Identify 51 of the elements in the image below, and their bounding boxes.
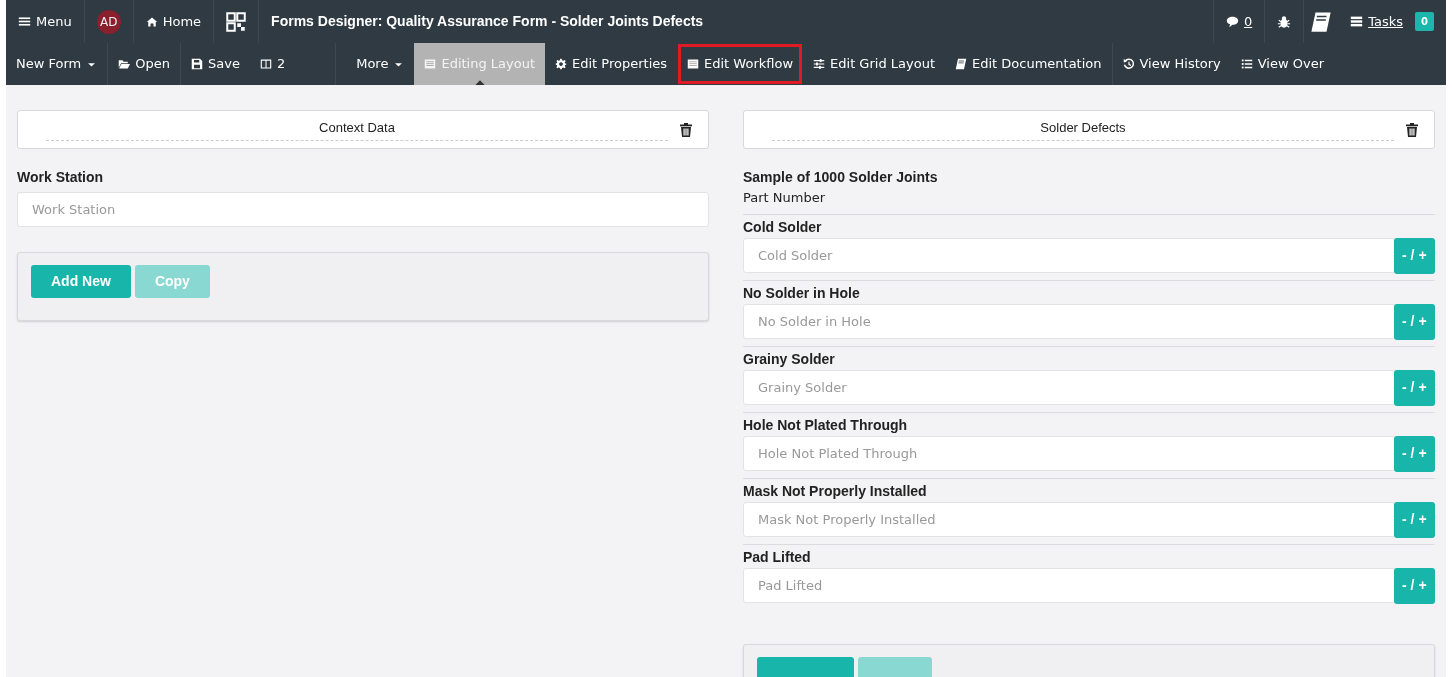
toolbar-button[interactable]: 2 bbox=[249, 43, 337, 85]
dropdown-button[interactable]: New Form bbox=[6, 43, 109, 85]
toolbar-button[interactable]: Edit Workflow bbox=[677, 43, 804, 85]
gear-icon bbox=[555, 58, 568, 70]
window-title: Forms Designer: Quality Assurance Form - Solder Joints Defects bbox=[271, 12, 704, 31]
field-label: Grainy Solder bbox=[743, 349, 836, 369]
field-label: Hole Not Plated Through bbox=[743, 415, 909, 435]
speech-bubble-icon bbox=[1225, 15, 1239, 28]
panel-icon bbox=[687, 58, 700, 70]
toolbar-button[interactable]: Edit Properties bbox=[545, 43, 678, 85]
toolbar-button[interactable]: View Over bbox=[1230, 43, 1334, 85]
counter-field[interactable]: Pad Lifted bbox=[743, 568, 1396, 603]
folder-icon bbox=[118, 58, 131, 70]
text-field[interactable]: Work Station bbox=[17, 192, 709, 227]
toolbar-button[interactable]: Open bbox=[108, 43, 181, 85]
book-icon[interactable] bbox=[1310, 10, 1333, 33]
history-icon bbox=[1122, 58, 1135, 70]
panel-icon bbox=[424, 58, 437, 70]
section-title: Context Data bbox=[46, 118, 668, 141]
field-heading: Sample of 1000 Solder Joints bbox=[743, 168, 939, 187]
bug-icon[interactable] bbox=[1277, 14, 1292, 29]
field-label: Cold Solder bbox=[743, 217, 823, 237]
counter-field[interactable]: Mask Not Properly Installed bbox=[743, 502, 1396, 537]
book-icon bbox=[955, 58, 967, 70]
counter-field[interactable]: Hole Not Plated Through bbox=[743, 436, 1396, 471]
sliders-icon bbox=[813, 58, 826, 70]
section-title: Solder Defects bbox=[772, 118, 1394, 141]
field-label: No Solder in Hole bbox=[743, 283, 861, 303]
toolbar-button[interactable]: Save bbox=[181, 43, 250, 85]
field-label: Pad Lifted bbox=[743, 547, 812, 567]
tasks-link[interactable]: Tasks bbox=[1338, 0, 1416, 43]
counter-field[interactable]: No Solder in Hole bbox=[743, 304, 1396, 339]
qr-code-icon[interactable] bbox=[226, 11, 247, 32]
server-icon bbox=[1350, 15, 1364, 28]
dropdown-button[interactable]: More bbox=[336, 43, 415, 85]
field-note: Part Number bbox=[743, 189, 827, 207]
columns-icon bbox=[259, 58, 272, 70]
house-icon bbox=[145, 15, 158, 28]
toolbar-button[interactable]: Edit Documentation bbox=[945, 43, 1113, 85]
trash-icon[interactable] bbox=[1404, 121, 1420, 138]
field-label: Mask Not Properly Installed bbox=[743, 481, 928, 501]
toolbar-button[interactable]: View History bbox=[1112, 43, 1231, 85]
field-label: Work Station bbox=[17, 168, 105, 187]
counter-field[interactable]: Grainy Solder bbox=[743, 370, 1396, 405]
task-count-badge: 0 bbox=[1415, 12, 1434, 31]
toolbar-button[interactable]: Edit Grid Layout bbox=[803, 43, 945, 85]
list-icon bbox=[1240, 58, 1253, 70]
menu-icon bbox=[18, 15, 31, 28]
trash-icon[interactable] bbox=[678, 121, 694, 138]
user-avatar[interactable]: AD bbox=[96, 9, 121, 34]
counter-field[interactable]: Cold Solder bbox=[743, 238, 1396, 273]
